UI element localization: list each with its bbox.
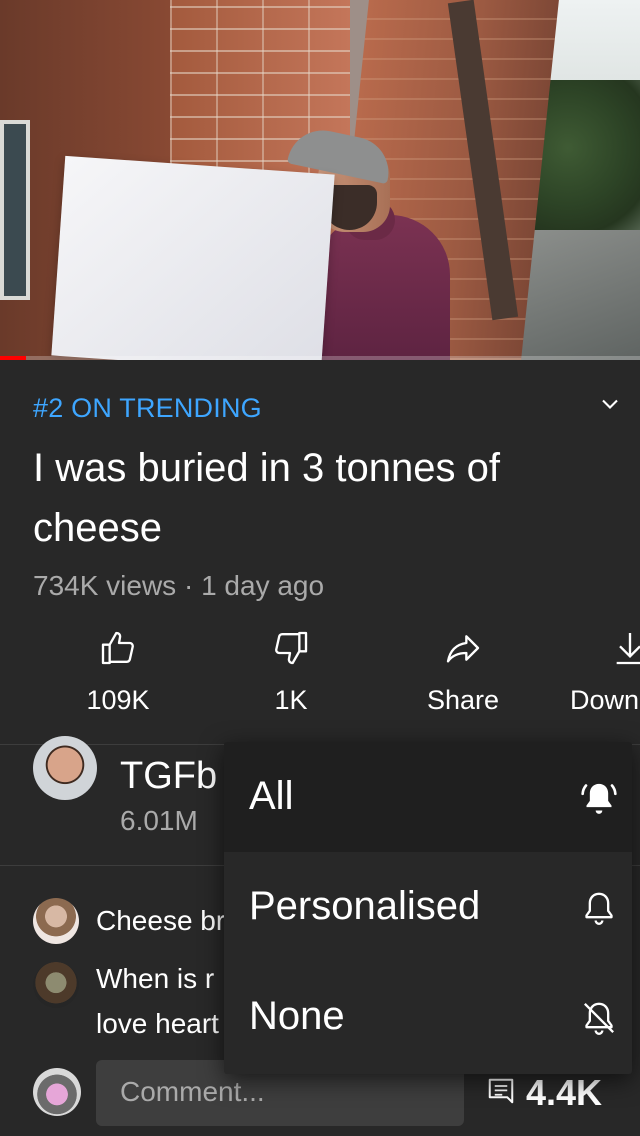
download-icon [616,633,640,665]
notification-option-personalised[interactable]: Personalised [224,852,632,962]
share-label: Share [426,685,500,715]
second-comment-line[interactable]: When is r [96,963,214,995]
commenter-avatar [33,962,79,1008]
share-arrow-icon [446,635,480,663]
dislike-button[interactable]: 1K [221,628,361,716]
notification-menu: All Personalised None [224,742,632,1074]
top-comment-text[interactable]: Cheese br [96,905,225,937]
view-count: 734K views [33,570,177,601]
video-title: I was buried in 3 tonnes of cheese [33,446,500,550]
user-avatar [33,1068,81,1116]
subscriber-count: 6.01M [120,805,198,836]
like-button[interactable]: 109K [48,628,188,716]
bell-off-icon [584,1002,614,1035]
thumbs-down-icon [275,631,308,665]
thumbs-up-icon [101,631,134,665]
notification-option-label: None [249,994,345,1038]
dislike-count: 1K [274,685,308,715]
notification-option-label: All [249,774,294,818]
channel-name[interactable]: TGFb [120,755,217,798]
share-button[interactable]: Share [393,628,533,716]
trending-badge[interactable]: #2 ON TRENDING [33,393,262,424]
bell-outline-icon [585,892,613,925]
notification-option-all[interactable]: All [224,742,632,852]
upload-age: 1 day ago [201,570,325,601]
comments-icon [488,1078,514,1104]
second-comment-line[interactable]: love heart [96,1008,219,1040]
action-row: 109K 1K Share Down [0,628,640,728]
video-progress-fill [0,356,26,360]
commenter-avatar [33,898,79,944]
notification-option-none[interactable]: None [224,962,632,1072]
download-label: Down [570,685,640,715]
video-player[interactable] [0,0,640,360]
channel-avatar[interactable] [33,736,97,800]
like-count: 109K [86,685,150,715]
chevron-down-icon[interactable] [596,390,624,418]
video-progress-bar[interactable] [0,356,640,360]
bell-ringing-filled-icon [581,783,617,814]
notification-option-label: Personalised [249,884,481,928]
download-button[interactable]: Down [566,628,640,716]
video-meta: 734K views · 1 day ago [33,570,325,601]
video-thumbnail-frame [0,0,640,360]
comment-count[interactable]: 4.4K [526,1072,602,1114]
